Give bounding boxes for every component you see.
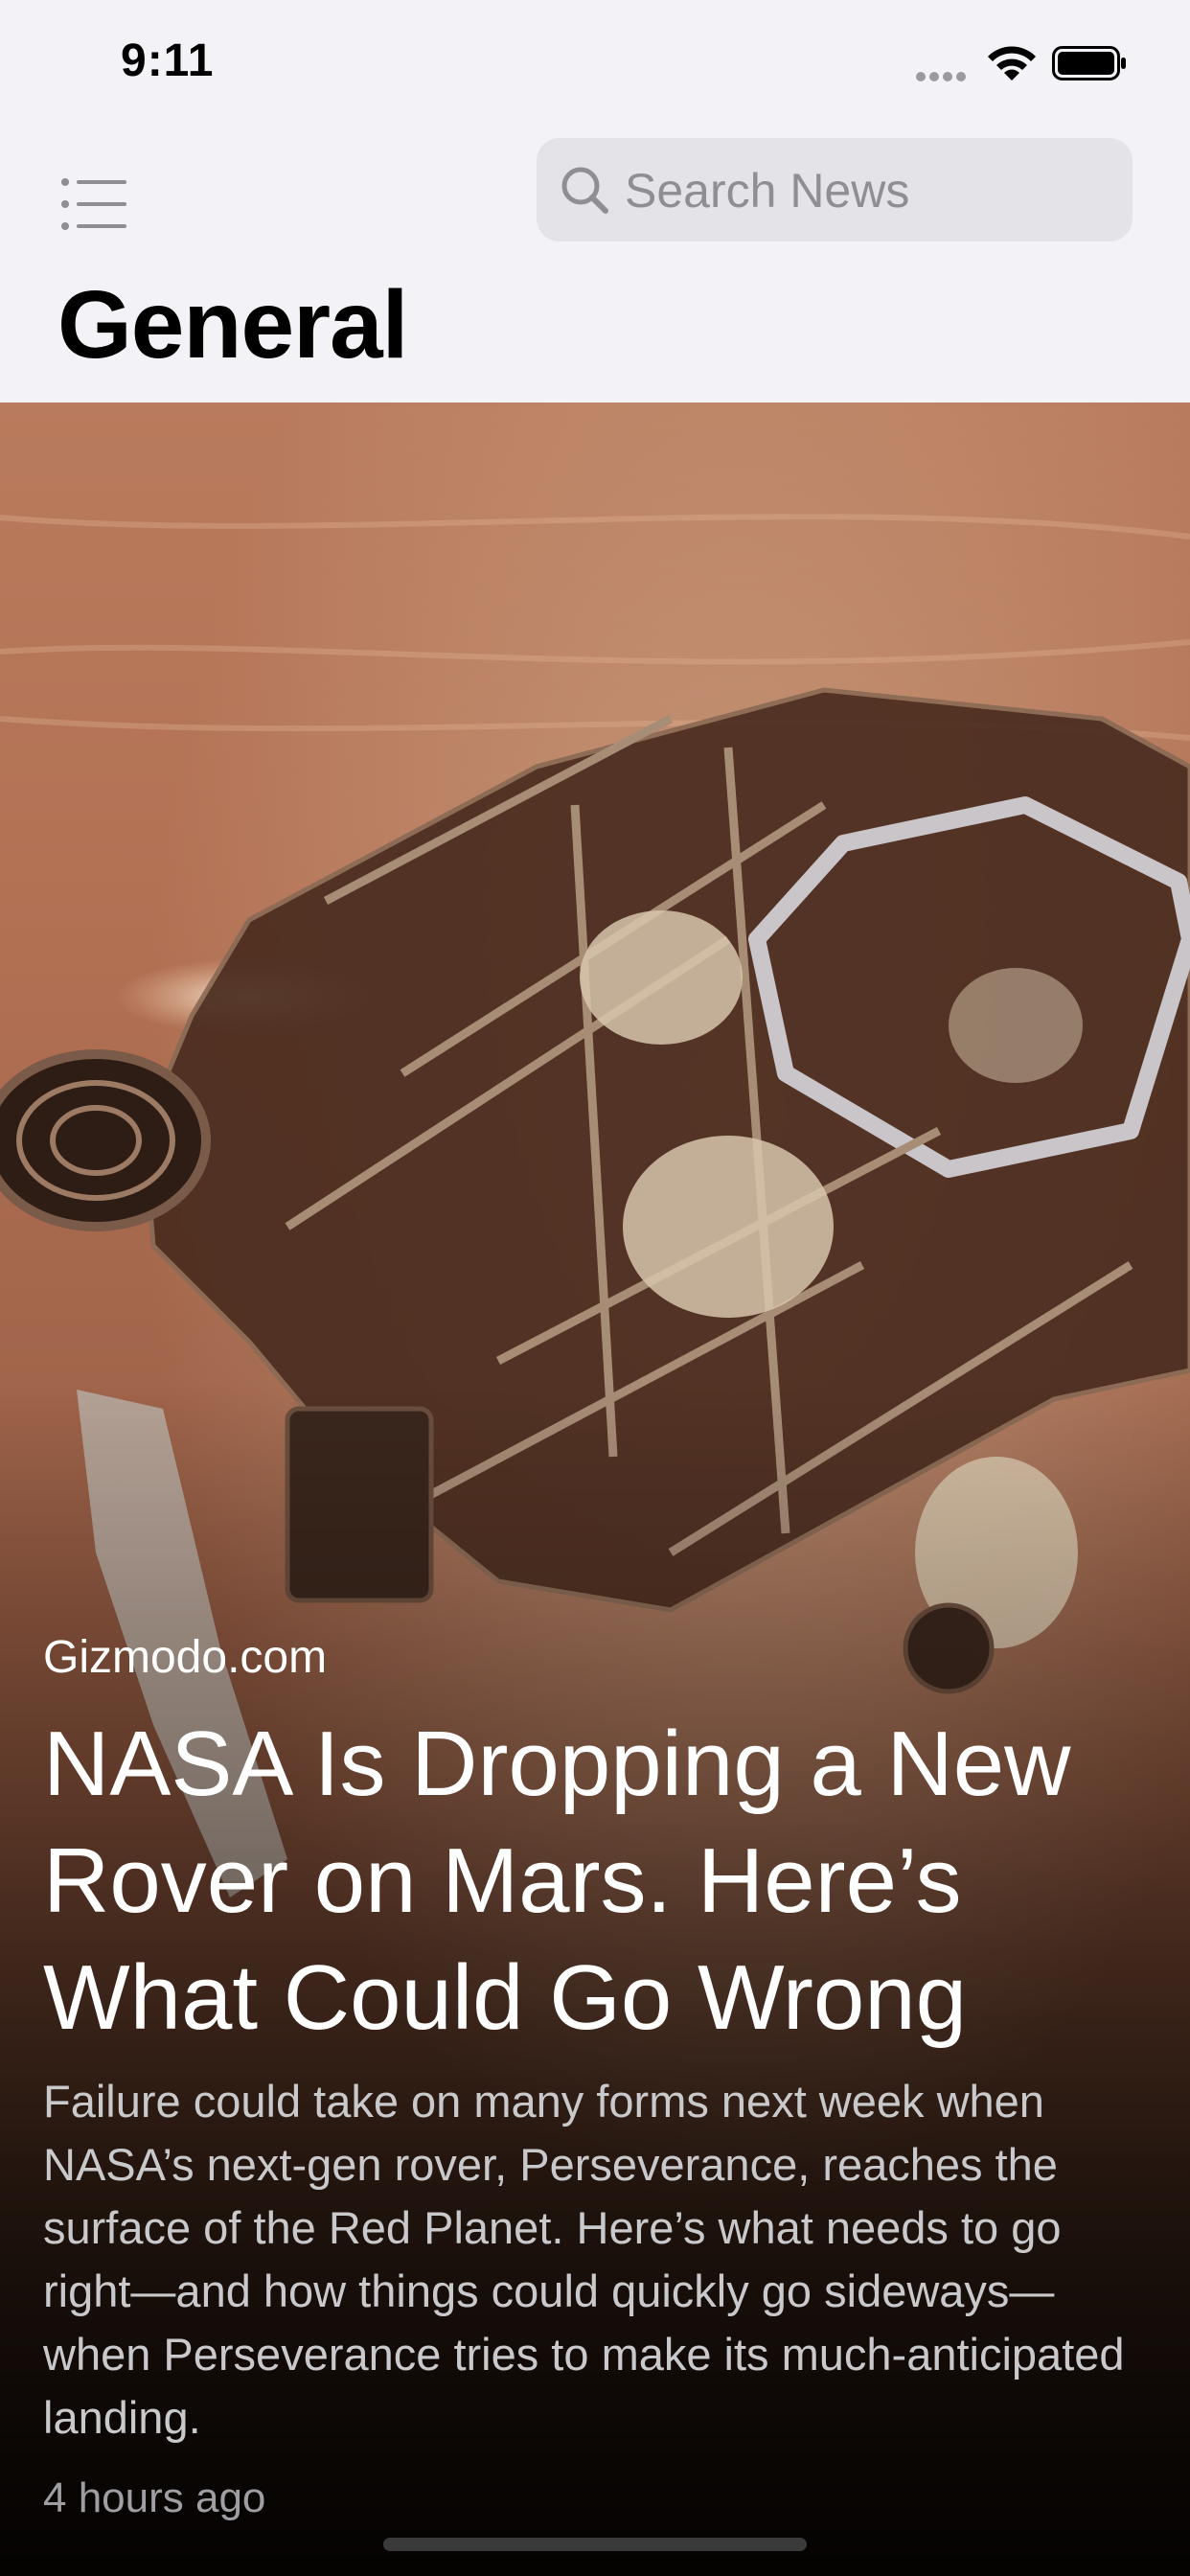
article-summary: Failure could take on many forms next we… — [43, 2076, 1125, 2443]
wifi-icon — [988, 46, 1036, 80]
article-headline[interactable]: NASA Is Dropping a New Rover on Mars. He… — [43, 1706, 1155, 2057]
home-indicator[interactable] — [383, 2538, 807, 2551]
article-card[interactable]: Gizmodo.com NASA Is Dropping a New Rover… — [0, 402, 1190, 2576]
search-icon — [561, 167, 608, 214]
navigation-bar: General — [0, 126, 1190, 402]
battery-full-icon — [1052, 46, 1126, 80]
status-time: 9:11 — [121, 35, 215, 86]
article-source: Gizmodo.com — [43, 1632, 328, 1683]
cellular-dots-icon — [916, 69, 970, 86]
search-field[interactable] — [537, 138, 1133, 243]
article-timestamp: 4 hours ago — [43, 2474, 266, 2521]
page-title: General — [57, 271, 408, 379]
search-input[interactable] — [623, 138, 1106, 243]
status-bar: 9:11 — [0, 0, 1190, 126]
list-icon[interactable] — [52, 161, 138, 247]
